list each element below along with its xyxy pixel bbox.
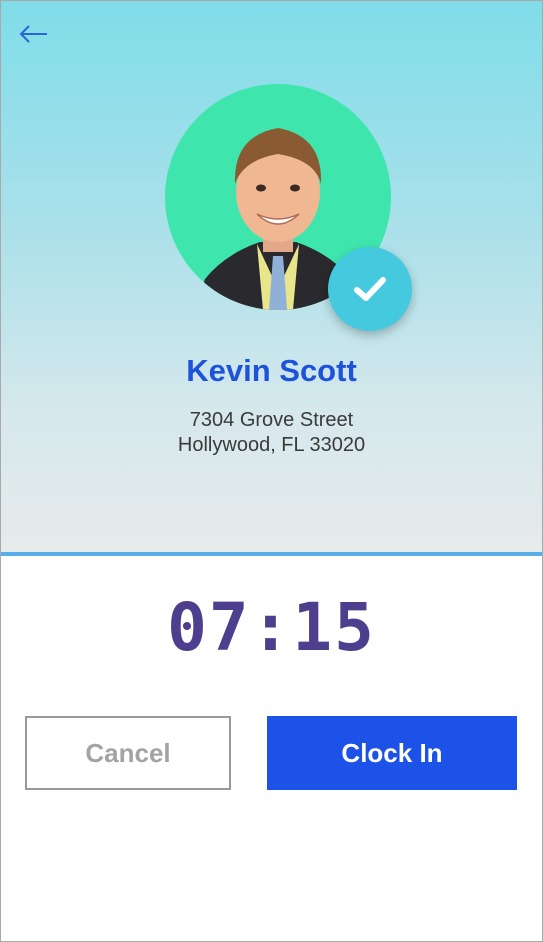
- clock-time: 07:15: [167, 589, 376, 666]
- employee-name: Kevin Scott: [186, 353, 357, 388]
- arrow-left-icon: [19, 25, 47, 43]
- verified-badge: [328, 247, 412, 331]
- avatar-container: [165, 84, 412, 331]
- address-line-2: Hollywood, FL 33020: [177, 434, 366, 456]
- profile-header: Kevin Scott 7304 Grove Street Hollywood,…: [1, 1, 542, 552]
- back-button[interactable]: [15, 19, 55, 49]
- cancel-button[interactable]: Cancel: [25, 716, 231, 790]
- check-icon: [354, 277, 386, 301]
- clock-in-button[interactable]: Clock In: [267, 716, 517, 790]
- app-frame: Kevin Scott 7304 Grove Street Hollywood,…: [0, 0, 543, 942]
- address-line-1: 7304 Grove Street: [189, 409, 354, 431]
- section-divider: [1, 552, 542, 556]
